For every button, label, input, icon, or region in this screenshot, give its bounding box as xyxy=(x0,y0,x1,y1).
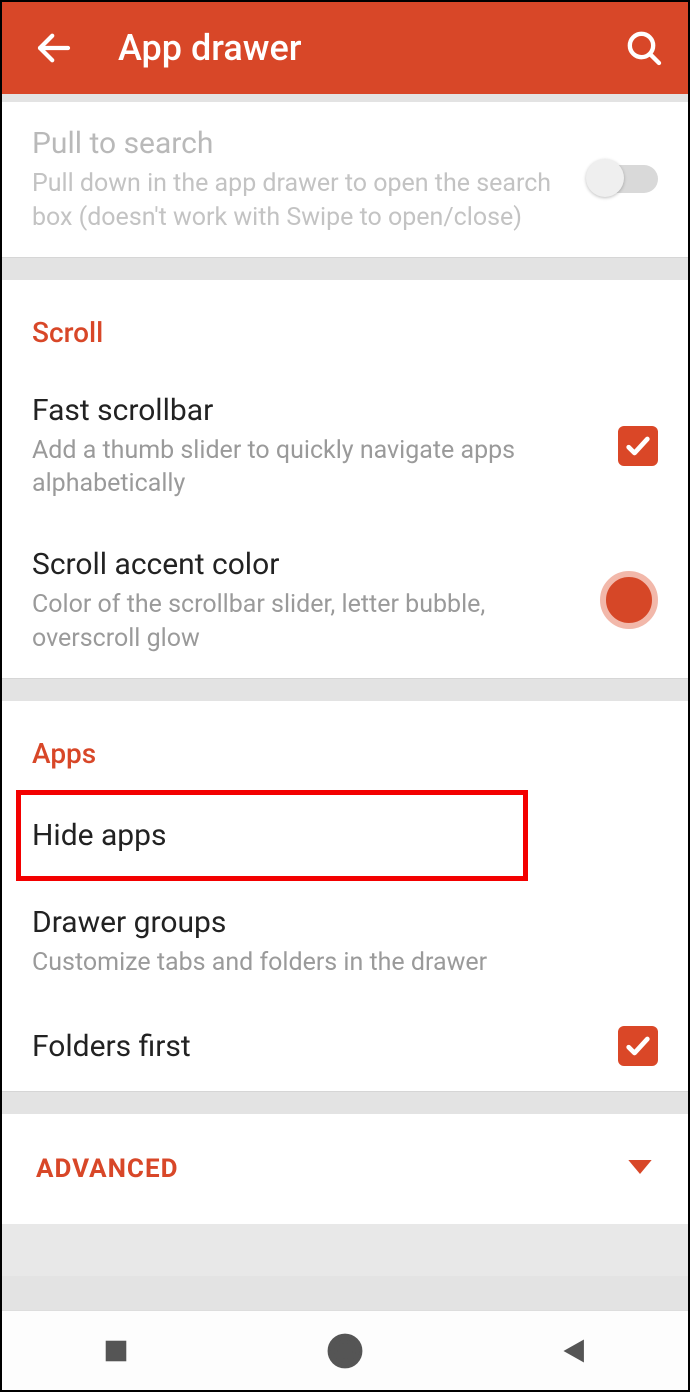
system-nav-bar xyxy=(2,1310,688,1390)
folders-first-checkbox[interactable] xyxy=(618,1026,658,1066)
accent-color-swatch[interactable] xyxy=(600,571,658,629)
nav-recent-button[interactable] xyxy=(86,1321,146,1381)
section-header-scroll: Scroll xyxy=(2,280,688,369)
search-icon xyxy=(624,28,664,68)
pull-to-search-switch[interactable] xyxy=(588,165,658,193)
back-button[interactable] xyxy=(30,24,78,72)
checkmark-icon xyxy=(624,432,652,460)
card-scroll: Scroll Fast scrollbar Add a thumb slider… xyxy=(2,280,688,679)
setting-title: Fast scrollbar xyxy=(32,391,598,430)
setting-subtitle: Color of the scrollbar slider, letter bu… xyxy=(32,588,580,656)
setting-subtitle: Pull down in the app drawer to open the … xyxy=(32,167,568,235)
setting-texts: Hide apps xyxy=(32,816,658,855)
setting-pull-to-search[interactable]: Pull to search Pull down in the app draw… xyxy=(2,102,688,257)
divider xyxy=(2,679,688,701)
setting-drawer-groups[interactable]: Drawer groups Customize tabs and folders… xyxy=(2,881,688,1002)
setting-texts: Pull to search Pull down in the app draw… xyxy=(32,124,588,235)
setting-folders-first[interactable]: Folders first xyxy=(2,1001,688,1091)
expand-advanced[interactable]: ADVANCED xyxy=(2,1114,688,1224)
setting-title: Scroll accent color xyxy=(32,545,580,584)
settings-list[interactable]: Pull to search Pull down in the app draw… xyxy=(2,94,688,1310)
setting-subtitle: Add a thumb slider to quickly navigate a… xyxy=(32,434,598,502)
setting-title: Drawer groups xyxy=(32,903,638,942)
screen: App drawer Pull to search Pull down in t… xyxy=(0,0,690,1392)
page-title: App drawer xyxy=(118,27,620,69)
checkmark-icon xyxy=(624,1032,652,1060)
divider xyxy=(2,1092,688,1114)
search-button[interactable] xyxy=(620,24,668,72)
chevron-down-icon xyxy=(626,1154,654,1184)
setting-title: Hide apps xyxy=(32,816,638,855)
card-apps: Apps Hide apps Drawer groups Customize t… xyxy=(2,701,688,1093)
square-icon xyxy=(103,1338,129,1364)
setting-title: Pull to search xyxy=(32,124,568,163)
circle-icon xyxy=(326,1332,364,1370)
setting-texts: Scroll accent color Color of the scrollb… xyxy=(32,545,600,656)
divider xyxy=(2,258,688,280)
section-header-apps: Apps xyxy=(2,701,688,790)
app-bar: App drawer xyxy=(2,2,688,94)
card-pull-to-search: Pull to search Pull down in the app draw… xyxy=(2,102,688,258)
nav-home-button[interactable] xyxy=(315,1321,375,1381)
fast-scrollbar-checkbox[interactable] xyxy=(618,426,658,466)
setting-fast-scrollbar[interactable]: Fast scrollbar Add a thumb slider to qui… xyxy=(2,369,688,524)
setting-title: Folders first xyxy=(32,1027,598,1066)
setting-hide-apps[interactable]: Hide apps xyxy=(2,790,688,881)
setting-subtitle: Customize tabs and folders in the drawer xyxy=(32,946,638,980)
blank-area xyxy=(2,1224,688,1276)
arrow-back-icon xyxy=(33,27,75,69)
setting-texts: Drawer groups Customize tabs and folders… xyxy=(32,903,658,980)
setting-scroll-accent-color[interactable]: Scroll accent color Color of the scrollb… xyxy=(2,523,688,678)
setting-texts: Folders first xyxy=(32,1027,618,1066)
advanced-label: ADVANCED xyxy=(36,1154,626,1184)
setting-texts: Fast scrollbar Add a thumb slider to qui… xyxy=(32,391,618,502)
nav-back-button[interactable] xyxy=(544,1321,604,1381)
triangle-back-icon xyxy=(560,1337,588,1365)
